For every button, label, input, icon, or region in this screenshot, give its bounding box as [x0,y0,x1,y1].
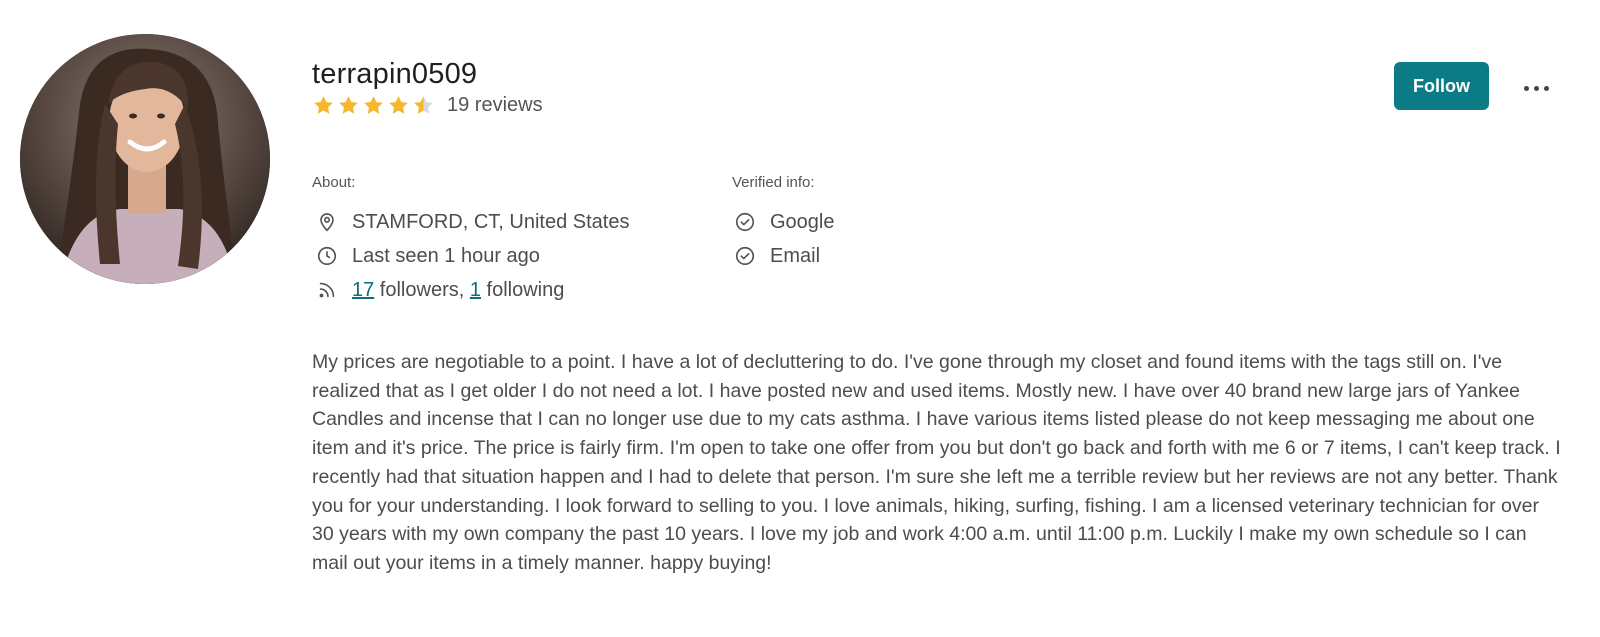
star-icon [314,96,333,114]
rss-icon [316,279,338,301]
last-seen-row: Last seen 1 hour ago [316,239,629,273]
verified-heading: Verified info: [732,174,815,191]
verified-list: Google Email [734,205,835,273]
following-link[interactable]: 1 [470,279,481,301]
following-label: following [480,278,565,301]
rating: 19 reviews [312,94,543,117]
profile-photo [20,34,270,284]
location-text: STAMFORD, CT, United States [352,210,630,233]
followers-label: followers, [374,278,470,301]
about-list: STAMFORD, CT, United States Last seen 1 … [316,205,629,307]
followers-row: 17 followers, 1 following [316,273,629,307]
avatar [20,34,270,284]
verified-item-label: Google [770,210,835,233]
verified-item-email: Email [734,239,835,273]
bio-text: My prices are negotiable to a point. I h… [312,351,1561,574]
more-horizontal-icon-dot [1543,85,1549,91]
verified-item-label: Email [770,244,821,267]
more-horizontal-icon-dot [1533,85,1539,91]
reviews-link[interactable]: 19 reviews [447,94,543,117]
check-circle-icon [734,245,756,267]
follow-button[interactable]: Follow [1394,62,1489,110]
more-options-button[interactable] [1518,76,1554,100]
more-horizontal-icon [1523,85,1529,91]
location-pin-icon [316,211,338,233]
last-seen-text: Last seen 1 hour ago [352,244,540,267]
about-heading: About: [312,174,356,191]
location-row: STAMFORD, CT, United States [316,205,629,239]
followers-link[interactable]: 17 [352,279,374,301]
clock-icon [316,245,338,267]
star-rating [312,94,435,117]
star-icon [364,96,383,114]
check-circle-icon [734,211,756,233]
star-icon [414,96,433,114]
star-icon [389,96,408,114]
verified-item-google: Google [734,205,835,239]
username: terrapin0509 [312,58,478,90]
star-icon [339,96,358,114]
